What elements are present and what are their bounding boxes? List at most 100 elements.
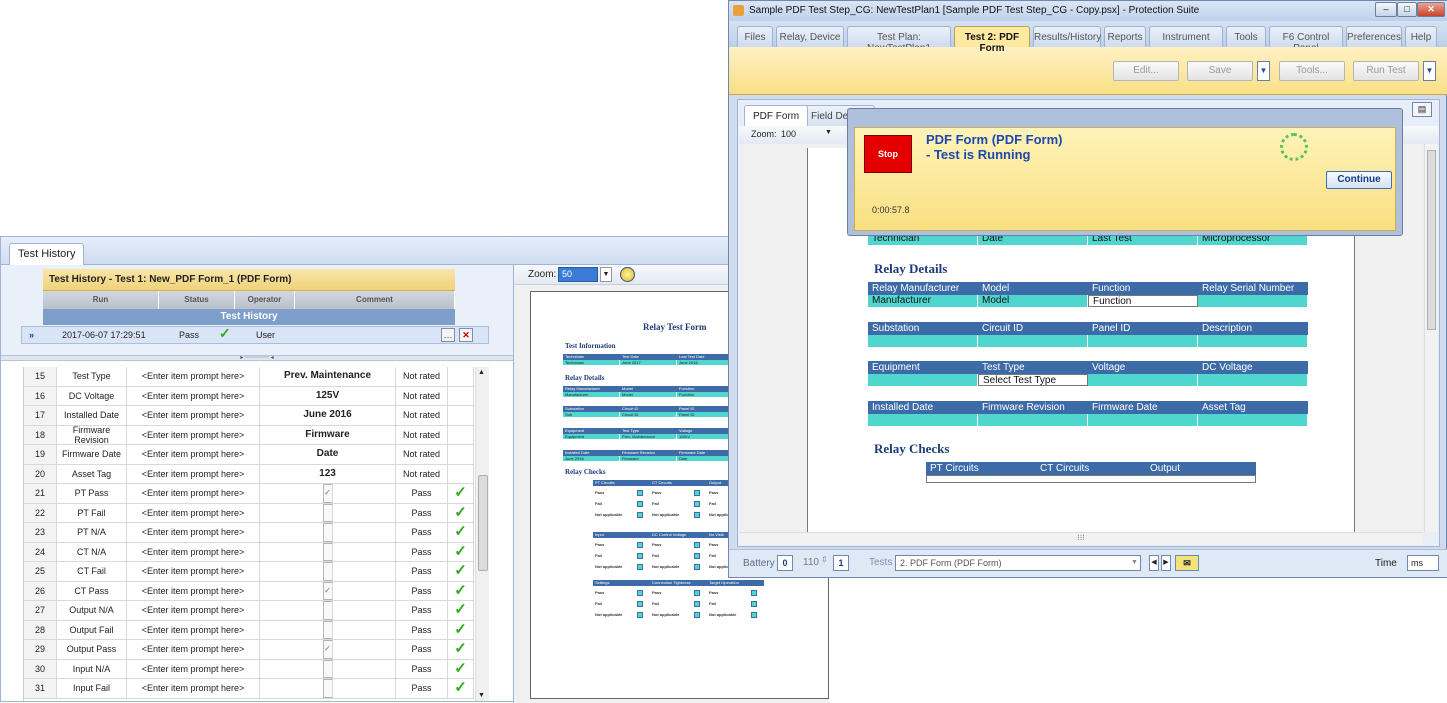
form-field[interactable] — [978, 335, 1088, 347]
field-header: Description — [1198, 322, 1308, 335]
save-button[interactable]: Save — [1187, 61, 1253, 81]
tab-tools[interactable]: Tools — [1226, 26, 1266, 47]
tools-button[interactable]: Tools... — [1279, 61, 1345, 81]
table-row[interactable]: 16 DC Voltage <Enter item prompt here> 125V… — [24, 386, 474, 406]
form-field[interactable] — [868, 414, 978, 426]
item-checkbox[interactable]: ✓ — [322, 484, 333, 503]
delete-icon[interactable]: ✕ — [459, 328, 473, 342]
table-row[interactable]: 22 PT Fail <Enter item prompt here> Pass ✓ — [24, 503, 474, 523]
continue-button[interactable]: Continue — [1326, 171, 1392, 189]
table-row[interactable]: 17 Installed Date <Enter item prompt here>… — [24, 406, 474, 426]
tab-results-history[interactable]: Results/History — [1033, 26, 1101, 47]
scroll-thumb[interactable] — [1427, 150, 1436, 330]
stepper-icon[interactable]: ⇳ — [821, 555, 828, 564]
item-checkbox[interactable] — [322, 620, 333, 639]
pdf-refresh-icon[interactable] — [620, 267, 635, 282]
tab-f6-control-panel[interactable]: F6 Control Panel — [1269, 26, 1343, 54]
run-test-button[interactable]: Run Test — [1353, 61, 1419, 81]
splitter-handle[interactable]: ▸ ⋯⋯⋯⋯ ◂ — [1, 355, 513, 361]
panel-options-icon[interactable]: ▤ — [1412, 102, 1432, 117]
form-field[interactable] — [978, 414, 1088, 426]
tab-instrument[interactable]: Instrument — [1149, 26, 1223, 47]
table-row[interactable]: 20 Asset Tag <Enter item prompt here> 123 No… — [24, 464, 474, 484]
table-row[interactable]: 27 Output N/A <Enter item prompt here> Pass… — [24, 601, 474, 621]
ellipsis-button[interactable]: … — [441, 328, 455, 342]
tab-help[interactable]: Help — [1405, 26, 1437, 47]
item-checkbox[interactable] — [322, 503, 333, 522]
minimize-button[interactable]: – — [1375, 2, 1397, 17]
table-row[interactable]: 24 CT N/A <Enter item prompt here> Pass ✓ — [24, 542, 474, 562]
col-run[interactable]: Run — [43, 291, 159, 309]
table-row[interactable]: 28 Output Fail <Enter item prompt here> Pas… — [24, 620, 474, 640]
tab-test-2-pdf-form[interactable]: Test 2: PDF Form — [954, 26, 1030, 54]
table-row[interactable]: 29 Output Pass <Enter item prompt here> ✓ Pa… — [24, 640, 474, 660]
tab-pdf-form[interactable]: PDF Form — [744, 105, 809, 126]
form-field[interactable] — [1198, 295, 1308, 307]
stop-button[interactable]: Stop — [864, 135, 912, 173]
form-field[interactable] — [1088, 374, 1198, 386]
tests-select[interactable]: 2. PDF Form (PDF Form) — [895, 555, 1141, 571]
tab-test-plan-newtestplan1[interactable]: Test Plan: NewTestPlan1 — [847, 26, 951, 54]
zoom-value[interactable]: 100 — [781, 129, 796, 139]
table-row[interactable]: 31 Input Fail <Enter item prompt here> Pass… — [24, 679, 474, 699]
item-checkbox[interactable] — [322, 523, 333, 542]
maximize-button[interactable]: □ — [1397, 2, 1417, 17]
col-operator[interactable]: Operator — [235, 291, 295, 309]
col-comment[interactable]: Comment — [295, 291, 455, 309]
table-row[interactable]: 21 PT Pass <Enter item prompt here> ✓ Pass ✓ — [24, 484, 474, 504]
table-row[interactable]: 18 Firmware Revision <Enter item prompt he… — [24, 425, 474, 445]
battery-value[interactable]: 0 — [777, 555, 793, 571]
tab-preferences[interactable]: Preferences — [1346, 26, 1402, 47]
form-field[interactable]: Manufacturer — [868, 295, 978, 307]
grid-scrollbar[interactable]: ▲ ▼ — [475, 367, 489, 701]
form-horizontal-scrollbar[interactable]: ⁝⁝⁝ — [739, 532, 1423, 545]
form-field[interactable]: Model — [978, 295, 1088, 307]
scroll-down-icon[interactable]: ▼ — [478, 692, 485, 699]
form-field[interactable] — [1198, 374, 1308, 386]
tab-relay-device[interactable]: Relay, Device — [776, 26, 844, 47]
prev-icon[interactable]: ◀ — [1149, 555, 1159, 571]
item-checkbox[interactable] — [322, 679, 333, 698]
chevron-down-icon[interactable]: ▼ — [600, 267, 612, 282]
table-row[interactable]: 15 Test Type <Enter item prompt here> Prev.… — [24, 367, 474, 387]
mini-check-label: Fail — [709, 601, 716, 606]
step-value[interactable]: 1 — [833, 555, 849, 571]
col-status[interactable]: Status — [159, 291, 235, 309]
form-field[interactable]: Select Test Type — [978, 374, 1088, 386]
table-row[interactable]: 25 CT Fail <Enter item prompt here> Pass ✓ — [24, 562, 474, 582]
scroll-thumb[interactable] — [478, 475, 488, 571]
edit-button[interactable]: Edit... — [1113, 61, 1179, 81]
item-checkbox[interactable] — [322, 601, 333, 620]
item-checkbox[interactable] — [322, 562, 333, 581]
tab-reports[interactable]: Reports — [1104, 26, 1146, 47]
form-field[interactable] — [868, 374, 978, 386]
time-unit-select[interactable]: ms — [1407, 555, 1439, 571]
form-field[interactable] — [868, 335, 978, 347]
form-field[interactable]: Function — [1088, 295, 1198, 307]
next-icon[interactable]: ▶ — [1161, 555, 1171, 571]
form-field[interactable] — [1088, 414, 1198, 426]
chevron-down-icon[interactable]: ▼ — [825, 129, 832, 136]
zoom-input[interactable]: 50 — [558, 267, 598, 282]
table-row[interactable]: 30 Input N/A <Enter item prompt here> Pass ✓ — [24, 659, 474, 679]
form-field[interactable] — [1198, 335, 1308, 347]
result-icon-cell: ✓ — [448, 503, 474, 522]
item-checkbox[interactable] — [322, 659, 333, 678]
item-checkbox[interactable]: ✓ — [322, 640, 333, 659]
form-field[interactable] — [1088, 335, 1198, 347]
table-row[interactable]: 26 CT Pass <Enter item prompt here> ✓ Pass ✓ — [24, 581, 474, 601]
history-run-row[interactable]: » 2017-06-07 17:29:51 Pass ✓ User … ✕ — [21, 325, 489, 344]
form-field[interactable] — [1198, 414, 1308, 426]
tab-files[interactable]: Files — [737, 26, 773, 47]
item-checkbox[interactable] — [322, 542, 333, 561]
run-dropdown-icon[interactable]: ▼ — [1423, 61, 1436, 81]
scroll-up-icon[interactable]: ▲ — [478, 369, 485, 376]
tab-test-history[interactable]: Test History — [9, 243, 85, 266]
form-vertical-scrollbar[interactable] — [1424, 144, 1438, 532]
report-icon[interactable]: ✉ — [1175, 555, 1199, 571]
save-dropdown-icon[interactable]: ▼ — [1257, 61, 1270, 81]
item-checkbox[interactable]: ✓ — [322, 581, 333, 600]
table-row[interactable]: 23 PT N/A <Enter item prompt here> Pass ✓ — [24, 523, 474, 543]
table-row[interactable]: 19 Firmware Date <Enter item prompt here> D… — [24, 445, 474, 465]
close-button[interactable]: ✕ — [1417, 2, 1445, 17]
